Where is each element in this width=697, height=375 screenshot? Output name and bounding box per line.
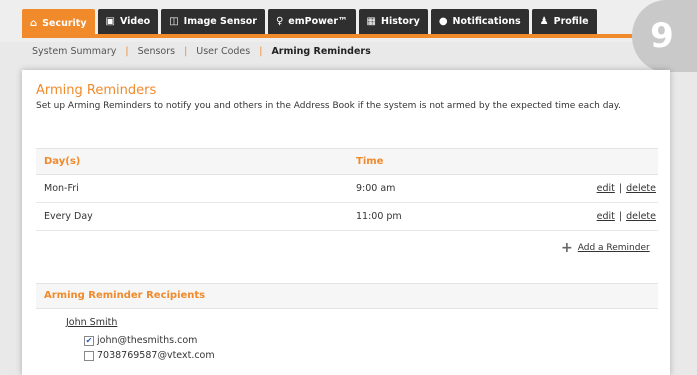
row-actions: edit | delete [597,183,656,194]
plus-icon: + [561,240,573,256]
row-day: Mon-Fri [44,183,79,194]
tab-label: Image Sensor [183,16,257,27]
tab-label: Video [119,16,151,27]
page-description: Set up Arming Reminders to notify you an… [36,101,621,111]
recipients-title: Arming Reminder Recipients [44,290,206,301]
tab-label: History [381,16,420,27]
action-separator: | [618,183,623,194]
row-actions: edit | delete [597,211,656,222]
subnav-user-codes[interactable]: User Codes [196,46,250,57]
tab-history[interactable]: ▦ History [358,9,428,34]
delete-link[interactable]: delete [626,183,656,194]
tab-label: Security [42,18,87,29]
tab-label: Notifications [452,16,521,27]
tab-notifications[interactable]: ● Notifications [430,9,529,34]
person-icon: ♟ [539,15,549,27]
subnav-arming-reminders[interactable]: Arming Reminders [271,46,370,57]
lightbulb-icon: ♀ [275,15,284,27]
subnav-separator: | [125,46,129,57]
recipient-sms: 7038769587@vtext.com [97,350,215,361]
tab-video[interactable]: ▣ Video [97,9,159,34]
edit-link[interactable]: edit [597,183,615,194]
add-reminder-label[interactable]: Add a Reminder [578,243,650,253]
subnav-separator: | [259,46,263,57]
recipient-option[interactable]: ✔ john@thesmiths.com [84,335,197,346]
subnav-separator: | [184,46,188,57]
column-header-day: Day(s) [44,156,81,167]
main-tabs: ⌂ Security ▣ Video ◫ Image Sensor ♀ emPo… [22,9,600,38]
content-panel: Arming Reminders Set up Arming Reminders… [22,70,670,375]
chat-icon: ● [438,15,448,27]
row-time: 9:00 am [356,183,396,194]
video-icon: ▣ [105,15,115,27]
table-row: Mon-Fri 9:00 am edit | delete [36,174,658,203]
sub-navigation: System Summary | Sensors | User Codes | … [32,46,371,57]
subnav-sensors[interactable]: Sensors [138,46,176,57]
tab-profile[interactable]: ♟ Profile [531,9,597,34]
step-badge: 9 [632,0,697,72]
table-row: Every Day 11:00 pm edit | delete [36,202,658,231]
row-time: 11:00 pm [356,211,402,222]
recipients-header: Arming Reminder Recipients [36,283,658,309]
tab-empower[interactable]: ♀ emPower™ [267,9,356,34]
delete-link[interactable]: delete [626,211,656,222]
subnav-system-summary[interactable]: System Summary [32,46,116,57]
recipient-option[interactable]: 7038769587@vtext.com [84,350,215,361]
column-header-time: Time [356,156,384,167]
tab-label: Profile [553,16,589,27]
calendar-icon: ▦ [366,15,376,27]
tab-label: emPower™ [288,16,348,27]
checkbox-unchecked[interactable] [84,350,94,361]
page-title: Arming Reminders [36,83,157,98]
recipient-email: john@thesmiths.com [97,335,198,346]
home-icon: ⌂ [30,17,38,29]
action-separator: | [618,211,623,222]
add-reminder-button[interactable]: + Add a Reminder [561,241,650,255]
checkbox-checked[interactable]: ✔ [84,335,94,346]
camera-icon: ◫ [169,15,179,27]
contact-name[interactable]: John Smith [66,317,117,328]
tab-image-sensor[interactable]: ◫ Image Sensor [161,9,265,34]
table-header: Day(s) Time [36,148,658,175]
row-day: Every Day [44,211,93,222]
tab-security[interactable]: ⌂ Security [22,9,95,38]
edit-link[interactable]: edit [597,211,615,222]
